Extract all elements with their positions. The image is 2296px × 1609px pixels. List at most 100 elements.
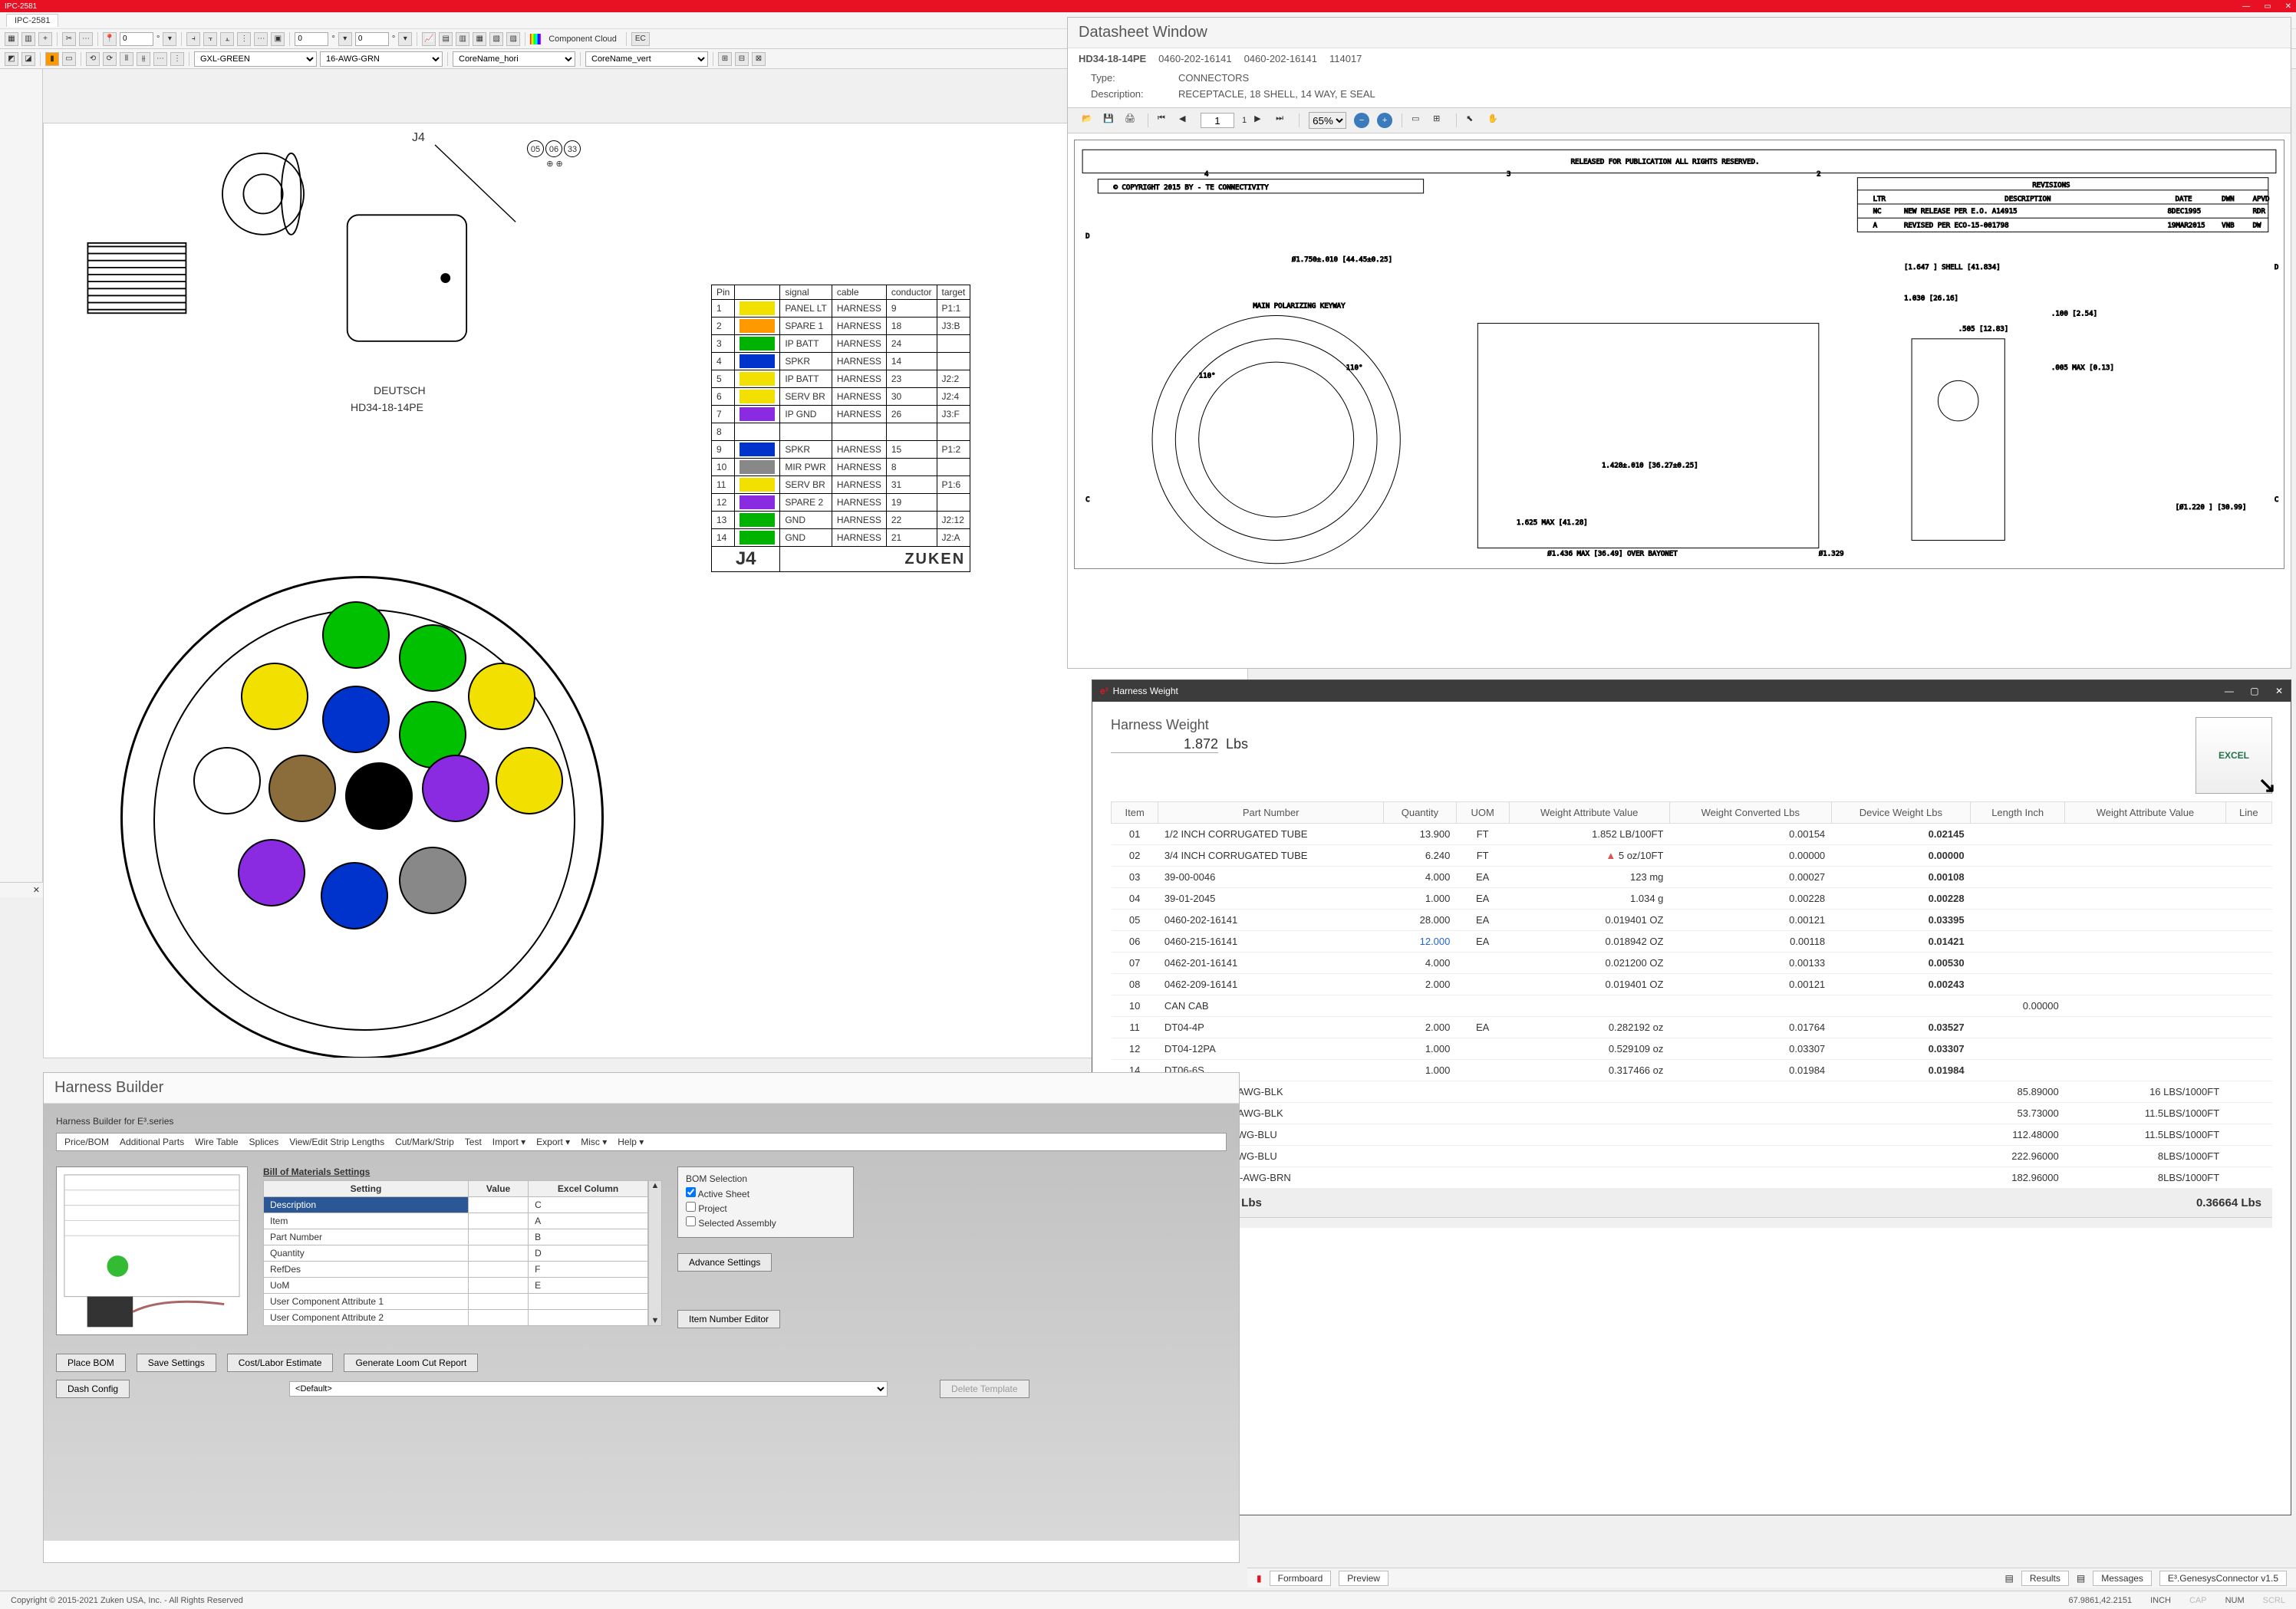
grid-row[interactable]: DescriptionC bbox=[264, 1197, 648, 1213]
fit-page-icon[interactable]: ⊞ bbox=[1433, 114, 1447, 127]
grid-row[interactable]: Part NumberB bbox=[264, 1229, 648, 1245]
maximize-icon[interactable]: ▢ bbox=[2250, 686, 2258, 696]
first-page-icon[interactable]: ⏮ bbox=[1158, 114, 1171, 127]
wire-gauge-combo[interactable]: 16-AWG-GRN bbox=[320, 51, 443, 67]
ds-tab[interactable]: HD34-18-14PE bbox=[1079, 53, 1146, 64]
wire-type-combo[interactable]: GXL-GREEN bbox=[194, 51, 317, 67]
table-row[interactable]: 050460-202-1614128.000EA0.019401 OZ0.001… bbox=[1112, 910, 2272, 931]
active-sheet-checkbox[interactable]: Active Sheet bbox=[686, 1187, 845, 1199]
minimize-icon[interactable]: — bbox=[2242, 2, 2250, 11]
highlight-icon[interactable]: ▮ bbox=[45, 52, 59, 66]
close-icon[interactable]: ✕ bbox=[2285, 2, 2291, 11]
tab-messages[interactable]: Messages bbox=[2093, 1571, 2152, 1586]
minimize-icon[interactable]: — bbox=[2225, 686, 2234, 696]
tool-icon[interactable]: ⫵ bbox=[137, 52, 150, 66]
table-row[interactable]: 18GXL-BLUE:18-AWG-BLU222.960008LBS/1000F… bbox=[1112, 1146, 2272, 1167]
dropdown-icon[interactable]: ▾ bbox=[338, 32, 352, 46]
tool-icon[interactable]: ▦ bbox=[5, 32, 18, 46]
tool-icon[interactable]: ▨ bbox=[506, 32, 520, 46]
menu-item[interactable]: Export ▾ bbox=[536, 1137, 570, 1147]
next-page-icon[interactable]: ▶ bbox=[1254, 114, 1268, 127]
select-icon[interactable]: ⬉ bbox=[1466, 114, 1480, 127]
advance-settings-button[interactable]: Advance Settings bbox=[677, 1253, 772, 1272]
angle-input-2[interactable] bbox=[295, 32, 328, 46]
align-icon[interactable]: ⫠ bbox=[220, 32, 234, 46]
tool-icon[interactable]: ▭ bbox=[62, 52, 76, 66]
menu-item[interactable]: Test bbox=[465, 1137, 482, 1147]
tool-icon[interactable]: ⋯ bbox=[153, 52, 167, 66]
tool-icon[interactable]: ⋯ bbox=[79, 32, 93, 46]
last-page-icon[interactable]: ⏭ bbox=[1276, 114, 1290, 127]
tool-icon[interactable]: ▤ bbox=[439, 32, 453, 46]
ds-tab[interactable]: 0460-202-16141 bbox=[1158, 53, 1231, 64]
dropdown-icon[interactable]: ▾ bbox=[398, 32, 412, 46]
table-row[interactable]: 0439-01-20451.000EA1.034 g0.002280.00228 bbox=[1112, 888, 2272, 910]
project-checkbox[interactable]: Project bbox=[686, 1202, 845, 1214]
action-button[interactable]: Generate Loom Cut Report bbox=[344, 1354, 478, 1372]
prev-page-icon[interactable]: ◀ bbox=[1179, 114, 1193, 127]
align-icon[interactable]: ⫟ bbox=[203, 32, 217, 46]
table-row[interactable]: 023/4 INCH CORRUGATED TUBE6.240FT▲ 5 oz/… bbox=[1112, 845, 2272, 867]
tool-icon[interactable]: ▥ bbox=[21, 32, 35, 46]
plus-icon[interactable]: + bbox=[38, 32, 52, 46]
table-row[interactable]: 11DT04-4P2.000EA0.282192 oz0.017640.0352… bbox=[1112, 1017, 2272, 1038]
tool-icon[interactable]: ⟲ bbox=[86, 52, 100, 66]
menu-item[interactable]: View/Edit Strip Lengths bbox=[289, 1137, 384, 1147]
menu-item[interactable]: Wire Table bbox=[195, 1137, 238, 1147]
hw-titlebar[interactable]: e³Harness Weight — ▢ ✕ bbox=[1092, 680, 2291, 702]
open-icon[interactable]: 📂 bbox=[1082, 114, 1095, 127]
dash-config-button[interactable]: Dash Config bbox=[56, 1380, 130, 1398]
v-scrollbar[interactable]: ▲▼ bbox=[648, 1180, 662, 1326]
distribute-icon[interactable]: ⋯ bbox=[254, 32, 268, 46]
action-button[interactable]: Place BOM bbox=[56, 1354, 126, 1372]
group-icon[interactable]: ▣ bbox=[271, 32, 285, 46]
tool-icon[interactable]: ⊟ bbox=[735, 52, 749, 66]
template-combo[interactable]: <Default> bbox=[289, 1381, 888, 1397]
fit-width-icon[interactable]: ▭ bbox=[1412, 114, 1425, 127]
sel-assembly-checkbox[interactable]: Selected Assembly bbox=[686, 1216, 845, 1229]
menu-item[interactable]: Import ▾ bbox=[492, 1137, 525, 1147]
page-input[interactable] bbox=[1201, 113, 1234, 128]
delete-template-button[interactable]: Delete Template bbox=[940, 1380, 1029, 1398]
ds-tab[interactable]: 114017 bbox=[1329, 53, 1362, 64]
tab-results[interactable]: Results bbox=[2021, 1571, 2069, 1586]
tool-icon[interactable]: ▧ bbox=[489, 32, 503, 46]
tool-icon[interactable]: ▥ bbox=[456, 32, 469, 46]
tab-genesys[interactable]: E³.GenesysConnector v1.5 bbox=[2159, 1571, 2287, 1586]
maximize-icon[interactable]: ▭ bbox=[2264, 2, 2271, 11]
tool-icon[interactable]: ⊞ bbox=[718, 52, 732, 66]
table-row[interactable]: 10CAN CAB0.00000 bbox=[1112, 995, 2272, 1017]
table-row[interactable]: 060460-215-1614112.000EA0.018942 OZ0.001… bbox=[1112, 931, 2272, 953]
table-row[interactable]: 15GXL-BLACK:14-AWG-BLK85.8900016 LBS/100… bbox=[1112, 1081, 2272, 1103]
close-icon[interactable]: ✕ bbox=[2275, 686, 2283, 696]
grid-row[interactable]: User Component Attribute 2 bbox=[264, 1310, 648, 1326]
bom-settings-grid[interactable]: SettingValueExcel Column DescriptionCIte… bbox=[263, 1180, 648, 1326]
menu-item[interactable]: Cut/Mark/Strip bbox=[395, 1137, 454, 1147]
table-row[interactable]: 17GXL-BLUE:16-AWG-BLU112.4800011.5LBS/10… bbox=[1112, 1124, 2272, 1146]
component-cloud-button[interactable]: Component Cloud bbox=[544, 35, 621, 44]
export-excel-button[interactable]: EXCEL ↘ bbox=[2196, 717, 2272, 794]
tool-icon[interactable]: ◪ bbox=[21, 52, 35, 66]
datasheet-drawing[interactable]: 4 3 2 © COPYRIGHT 2015 BY - TE CONNECTIV… bbox=[1074, 140, 2284, 569]
tab-formboard[interactable]: Formboard bbox=[1270, 1571, 1332, 1586]
ds-tab[interactable]: 0460-202-16141 bbox=[1244, 53, 1317, 64]
cut-icon[interactable]: ✂ bbox=[62, 32, 76, 46]
zoom-combo[interactable]: 65% bbox=[1309, 112, 1346, 129]
pin-icon[interactable]: 📍 bbox=[103, 32, 117, 46]
ec-button[interactable]: EC bbox=[631, 32, 650, 46]
tool-icon[interactable]: ▦ bbox=[473, 32, 486, 46]
menu-item[interactable]: Price/BOM bbox=[64, 1137, 109, 1147]
menu-item[interactable]: Additional Parts bbox=[120, 1137, 184, 1147]
tool-icon[interactable]: ◩ bbox=[5, 52, 18, 66]
action-button[interactable]: Save Settings bbox=[137, 1354, 216, 1372]
corename-v-combo[interactable]: CoreName_vert bbox=[585, 51, 708, 67]
tool-icon[interactable]: ⊠ bbox=[752, 52, 766, 66]
grid-row[interactable]: ItemA bbox=[264, 1213, 648, 1229]
grid-row[interactable]: User Component Attribute 1 bbox=[264, 1294, 648, 1310]
align-icon[interactable]: ⫞ bbox=[186, 32, 200, 46]
chart-icon[interactable]: 📈 bbox=[422, 32, 436, 46]
angle-input-3[interactable] bbox=[355, 32, 389, 46]
hand-icon[interactable]: ✋ bbox=[1487, 114, 1501, 127]
tool-icon[interactable]: ⋮ bbox=[170, 52, 184, 66]
table-row[interactable]: 0339-00-00464.000EA123 mg0.000270.00108 bbox=[1112, 867, 2272, 888]
